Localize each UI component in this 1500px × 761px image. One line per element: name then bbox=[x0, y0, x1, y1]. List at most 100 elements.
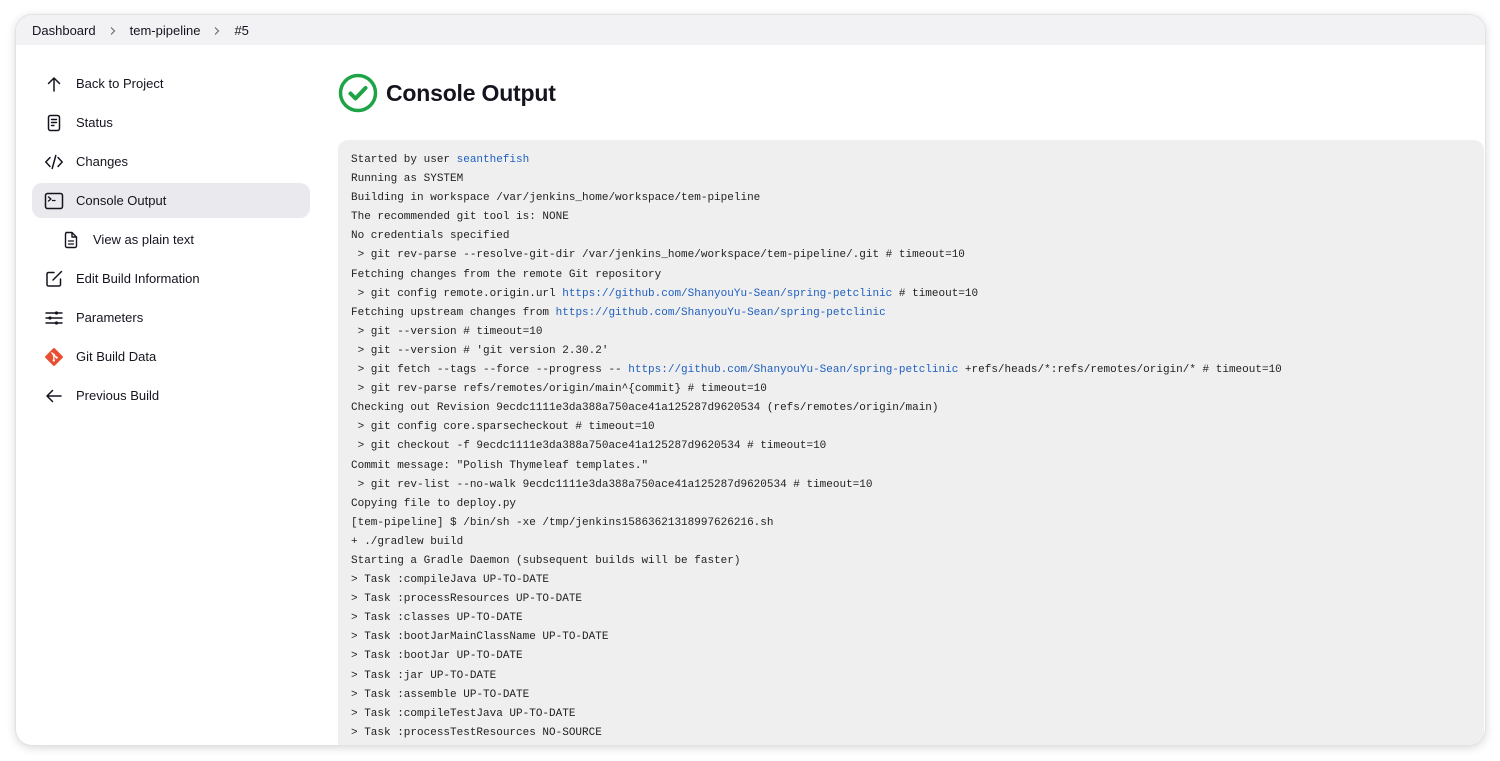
console-line: > Task :bootJar UP-TO-DATE bbox=[351, 647, 1471, 666]
breadcrumb-project[interactable]: tem-pipeline bbox=[130, 23, 201, 38]
console-text: Starting a Gradle Daemon (subsequent bui… bbox=[351, 554, 741, 567]
console-line: > git rev-list --no-walk 9ecdc1111e3da38… bbox=[351, 476, 1471, 495]
main-content: Console Output Started by user seanthefi… bbox=[338, 73, 1485, 745]
console-line: [tem-pipeline] $ /bin/sh -xe /tmp/jenkin… bbox=[351, 514, 1471, 533]
browser-window: Dashboard tem-pipeline #5 Back to Projec… bbox=[16, 15, 1485, 745]
code-icon bbox=[44, 152, 64, 172]
console-line: > git fetch --tags --force --progress --… bbox=[351, 361, 1471, 380]
console-line: No credentials specified bbox=[351, 227, 1471, 246]
sidebar: Back to Project Status Changes Console O… bbox=[32, 66, 310, 417]
console-line: > Task :processTestResources NO-SOURCE bbox=[351, 724, 1471, 743]
sidebar-item-parameters[interactable]: Parameters bbox=[32, 300, 310, 335]
console-line: Fetching upstream changes from https://g… bbox=[351, 304, 1471, 323]
console-line: > git checkout -f 9ecdc1111e3da388a750ac… bbox=[351, 437, 1471, 456]
console-line: Checking out Revision 9ecdc1111e3da388a7… bbox=[351, 399, 1471, 418]
console-text: Building in workspace /var/jenkins_home/… bbox=[351, 192, 761, 205]
terminal-icon bbox=[44, 191, 64, 211]
console-text: > git --version # timeout=10 bbox=[351, 325, 543, 338]
console-line: > git --version # timeout=10 bbox=[351, 323, 1471, 342]
sidebar-item-console-output[interactable]: Console Output bbox=[32, 183, 310, 218]
breadcrumb-dashboard[interactable]: Dashboard bbox=[32, 23, 96, 38]
console-text: > Task :bootJarMainClassName UP-TO-DATE bbox=[351, 631, 609, 644]
console-line: > git rev-parse refs/remotes/origin/main… bbox=[351, 380, 1471, 399]
sidebar-item-label: Edit Build Information bbox=[76, 271, 200, 286]
console-text: > git --version # 'git version 2.30.2' bbox=[351, 344, 609, 357]
sidebar-item-git-build-data[interactable]: Git Build Data bbox=[32, 339, 310, 374]
console-text: > git rev-list --no-walk 9ecdc1111e3da38… bbox=[351, 478, 873, 491]
console-output: Started by user seanthefish Running as SY… bbox=[338, 140, 1484, 745]
console-line: Started by user seanthefish bbox=[351, 151, 1471, 170]
console-line: > Task :classes UP-TO-DATE bbox=[351, 609, 1471, 628]
console-text: > Task :bootJar UP-TO-DATE bbox=[351, 650, 523, 663]
console-text: +refs/heads/*:refs/remotes/origin/* # ti… bbox=[958, 364, 1282, 377]
success-check-icon bbox=[338, 73, 378, 113]
sidebar-item-changes[interactable]: Changes bbox=[32, 144, 310, 179]
sidebar-item-view-as-plain-text[interactable]: View as plain text bbox=[32, 222, 310, 257]
sidebar-item-label: Changes bbox=[76, 154, 129, 169]
console-text: Copying file to deploy.py bbox=[351, 497, 517, 510]
breadcrumb: Dashboard tem-pipeline #5 bbox=[16, 15, 1485, 45]
page-header: Console Output bbox=[338, 73, 1485, 113]
sidebar-item-label: Git Build Data bbox=[76, 349, 157, 364]
console-line: Starting a Gradle Daemon (subsequent bui… bbox=[351, 552, 1471, 571]
console-link[interactable]: https://github.com/ShanyouYu-Sean/spring… bbox=[562, 288, 892, 300]
console-text: > git rev-parse --resolve-git-dir /var/j… bbox=[351, 249, 965, 262]
sidebar-item-edit-build-information[interactable]: Edit Build Information bbox=[32, 261, 310, 296]
console-text: > Task :classes UP-TO-DATE bbox=[351, 612, 523, 625]
console-line: Commit message: "Polish Thymeleaf templa… bbox=[351, 457, 1471, 476]
console-text: Started by user bbox=[351, 154, 457, 166]
sidebar-item-previous-build[interactable]: Previous Build bbox=[32, 378, 310, 413]
console-text: # timeout=10 bbox=[892, 287, 979, 300]
console-line: > Task :compileTestJava UP-TO-DATE bbox=[351, 705, 1471, 724]
console-line: > git config remote.origin.url https://g… bbox=[351, 285, 1471, 304]
console-line: The recommended git tool is: NONE bbox=[351, 208, 1471, 227]
text-file-icon bbox=[61, 230, 81, 250]
document-icon bbox=[44, 113, 64, 133]
breadcrumb-build[interactable]: #5 bbox=[234, 23, 248, 38]
sidebar-item-label: Back to Project bbox=[76, 76, 164, 91]
console-link[interactable]: https://github.com/ShanyouYu-Sean/spring… bbox=[628, 364, 958, 376]
git-icon bbox=[44, 347, 64, 367]
console-text: No credentials specified bbox=[351, 230, 510, 243]
console-text: > git checkout -f 9ecdc1111e3da388a750ac… bbox=[351, 440, 827, 453]
sidebar-item-label: Parameters bbox=[76, 310, 144, 325]
sidebar-item-label: Previous Build bbox=[76, 388, 160, 403]
console-line: > Task :processResources UP-TO-DATE bbox=[351, 590, 1471, 609]
edit-icon bbox=[44, 269, 64, 289]
console-text: Commit message: "Polish Thymeleaf templa… bbox=[351, 459, 649, 472]
console-text: > Task :processTestResources NO-SOURCE bbox=[351, 726, 602, 739]
console-text: > git fetch --tags --force --progress -- bbox=[351, 364, 629, 377]
console-text: + ./gradlew build bbox=[351, 535, 464, 548]
sidebar-item-back-to-project[interactable]: Back to Project bbox=[32, 66, 310, 101]
console-line: > git rev-parse --resolve-git-dir /var/j… bbox=[351, 246, 1471, 265]
console-line: + ./gradlew build bbox=[351, 533, 1471, 552]
console-text: > Task :compileJava UP-TO-DATE bbox=[351, 574, 550, 587]
console-text: Fetching changes from the remote Git rep… bbox=[351, 268, 662, 281]
console-line: > Task :compileJava UP-TO-DATE bbox=[351, 571, 1471, 590]
console-link[interactable]: https://github.com/ShanyouYu-Sean/spring… bbox=[556, 307, 886, 319]
console-text: Fetching upstream changes from bbox=[351, 306, 556, 319]
console-line: > Task :assemble UP-TO-DATE bbox=[351, 686, 1471, 705]
page-title: Console Output bbox=[386, 79, 556, 106]
console-text: [tem-pipeline] $ /bin/sh -xe /tmp/jenkin… bbox=[351, 516, 774, 529]
console-text: > git rev-parse refs/remotes/origin/main… bbox=[351, 383, 767, 396]
console-line: > Task :bootJarMainClassName UP-TO-DATE bbox=[351, 628, 1471, 647]
console-line: > git config core.sparsecheckout # timeo… bbox=[351, 418, 1471, 437]
sidebar-item-label: Console Output bbox=[76, 193, 167, 208]
chevron-right-icon bbox=[108, 23, 118, 38]
console-line: Fetching changes from the remote Git rep… bbox=[351, 266, 1471, 285]
arrow-up-icon bbox=[44, 74, 64, 94]
console-line: Building in workspace /var/jenkins_home/… bbox=[351, 189, 1471, 208]
console-text: > git config core.sparsecheckout # timeo… bbox=[351, 421, 655, 434]
console-text: > Task :processResources UP-TO-DATE bbox=[351, 593, 583, 606]
console-text: > Task :compileTestJava UP-TO-DATE bbox=[351, 707, 576, 720]
console-text: Checking out Revision 9ecdc1111e3da388a7… bbox=[351, 402, 939, 415]
arrow-left-icon bbox=[44, 386, 64, 406]
console-line: > git --version # 'git version 2.30.2' bbox=[351, 342, 1471, 361]
console-line: > Task :jar UP-TO-DATE bbox=[351, 667, 1471, 686]
sidebar-item-status[interactable]: Status bbox=[32, 105, 310, 140]
console-link[interactable]: seanthefish bbox=[457, 154, 530, 166]
sliders-icon bbox=[44, 308, 64, 328]
console-line: Copying file to deploy.py bbox=[351, 495, 1471, 514]
sidebar-item-label: View as plain text bbox=[93, 232, 194, 247]
